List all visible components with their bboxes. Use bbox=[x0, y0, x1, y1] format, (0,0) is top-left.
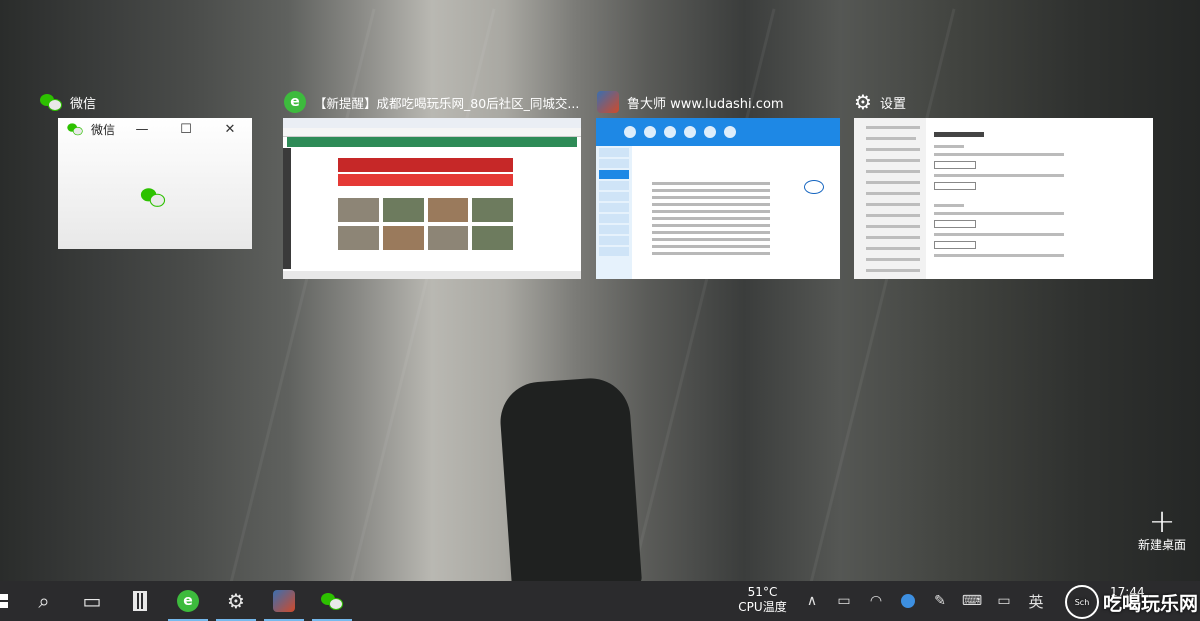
wechat-titlebar: 微信 — ☐ ✕ bbox=[58, 118, 252, 140]
keyboard-icon[interactable]: ⌨ bbox=[956, 581, 988, 621]
watermark-text: 吃喝玩乐网 bbox=[1103, 592, 1199, 615]
wechat-window-title: 微信 bbox=[91, 122, 116, 137]
window-title: 微信 bbox=[70, 96, 97, 112]
search-button[interactable]: ⌕ bbox=[20, 581, 68, 621]
browser-icon: e bbox=[177, 590, 199, 612]
task-view-button[interactable]: ▭ bbox=[68, 581, 116, 621]
cpu-temperature-label: CPU温度 bbox=[738, 600, 787, 614]
cpu-temperature-value: 51°C bbox=[747, 585, 778, 599]
window-title-bar: ⚙ 设置 bbox=[854, 88, 906, 116]
new-desktop-button[interactable]: + 新建桌面 bbox=[1130, 502, 1194, 553]
taskbar: ⌕ ▭ e ⚙ 51°C CPU温度 ∧ ▭ ◠ ✎ ⌨ ▭ 英 17:44 bbox=[0, 581, 1200, 621]
watermark-logo: Sch bbox=[1065, 585, 1099, 619]
gear-icon: ⚙ bbox=[854, 90, 872, 114]
window-title-bar: e 【新提醒】成都吃喝玩乐网_80后社区_同城交... bbox=[284, 88, 579, 116]
show-hidden-icons-button[interactable]: ∧ bbox=[796, 581, 828, 621]
maximize-icon: ☐ bbox=[180, 121, 192, 137]
pen-icon[interactable]: ✎ bbox=[924, 581, 956, 621]
settings-content bbox=[934, 132, 1064, 262]
wechat-logo-icon bbox=[140, 185, 166, 209]
wechat-icon bbox=[321, 590, 343, 612]
window-thumbnail[interactable] bbox=[283, 118, 581, 279]
settings-sidebar bbox=[854, 118, 926, 279]
new-desktop-label: 新建桌面 bbox=[1137, 538, 1186, 552]
taskbar-app-calculator[interactable] bbox=[116, 581, 164, 621]
task-view-icon: ▭ bbox=[82, 589, 102, 613]
wifi-icon[interactable]: ◠ bbox=[860, 581, 892, 621]
window-thumbnail[interactable]: 微信 — ☐ ✕ bbox=[58, 118, 252, 249]
hardware-info-rows bbox=[652, 178, 820, 259]
minimize-icon: — bbox=[135, 121, 149, 137]
browser-sidebar bbox=[283, 148, 291, 269]
window-title-bar: 微信 bbox=[40, 88, 96, 116]
taskbar-app-ludashi[interactable] bbox=[260, 581, 308, 621]
wallpaper-rock bbox=[497, 375, 643, 581]
window-title: 设置 bbox=[879, 96, 906, 112]
taskbar-app-settings[interactable]: ⚙ bbox=[212, 581, 260, 621]
site-banner bbox=[338, 158, 513, 172]
wechat-icon bbox=[40, 91, 62, 113]
plus-icon: + bbox=[1148, 502, 1176, 540]
cpu-temperature[interactable]: 51°C CPU温度 bbox=[735, 585, 790, 615]
site-banner bbox=[338, 174, 513, 186]
calculator-icon bbox=[133, 591, 147, 611]
window-title: 【新提醒】成都吃喝玩乐网_80后社区_同城交... bbox=[314, 95, 580, 111]
search-icon: ⌕ bbox=[38, 589, 50, 613]
close-icon: ✕ bbox=[224, 121, 236, 137]
ludashi-sidebar bbox=[596, 146, 632, 279]
ludashi-toolbar bbox=[596, 118, 840, 146]
taskbar-app-wechat[interactable] bbox=[308, 581, 356, 621]
wechat-icon bbox=[67, 121, 83, 136]
browser-tabstrip bbox=[283, 118, 581, 128]
window-title-bar: 鲁大师 www.ludashi.com bbox=[597, 88, 784, 116]
system-tray: ∧ ▭ ◠ ✎ ⌨ ▭ 英 bbox=[796, 581, 1052, 621]
notification-app-icon[interactable] bbox=[892, 581, 924, 621]
ludashi-icon bbox=[597, 91, 619, 113]
ludashi-icon bbox=[273, 590, 295, 612]
display-icon[interactable]: ▭ bbox=[988, 581, 1020, 621]
browser-statusbar bbox=[283, 271, 581, 279]
taskbar-app-browser[interactable]: e bbox=[164, 581, 212, 621]
window-thumbnail[interactable] bbox=[596, 118, 840, 279]
input-method-label: 英 bbox=[1028, 592, 1044, 611]
watermark: Sch 吃喝玩乐网 bbox=[1065, 583, 1200, 621]
chevron-up-icon: ∧ bbox=[806, 593, 818, 609]
window-thumbnail[interactable] bbox=[854, 118, 1153, 279]
window-title: 鲁大师 www.ludashi.com bbox=[627, 96, 784, 112]
browser-address-bar bbox=[283, 128, 581, 137]
site-navbar bbox=[287, 137, 577, 147]
start-button[interactable] bbox=[0, 581, 10, 621]
intel-logo-icon bbox=[804, 180, 824, 194]
windows-icon bbox=[0, 594, 8, 608]
browser-icon: e bbox=[284, 91, 306, 113]
battery-icon[interactable]: ▭ bbox=[828, 581, 860, 621]
site-image-grid bbox=[338, 198, 513, 250]
input-method-button[interactable]: 英 bbox=[1020, 581, 1052, 621]
gear-icon: ⚙ bbox=[227, 589, 245, 613]
